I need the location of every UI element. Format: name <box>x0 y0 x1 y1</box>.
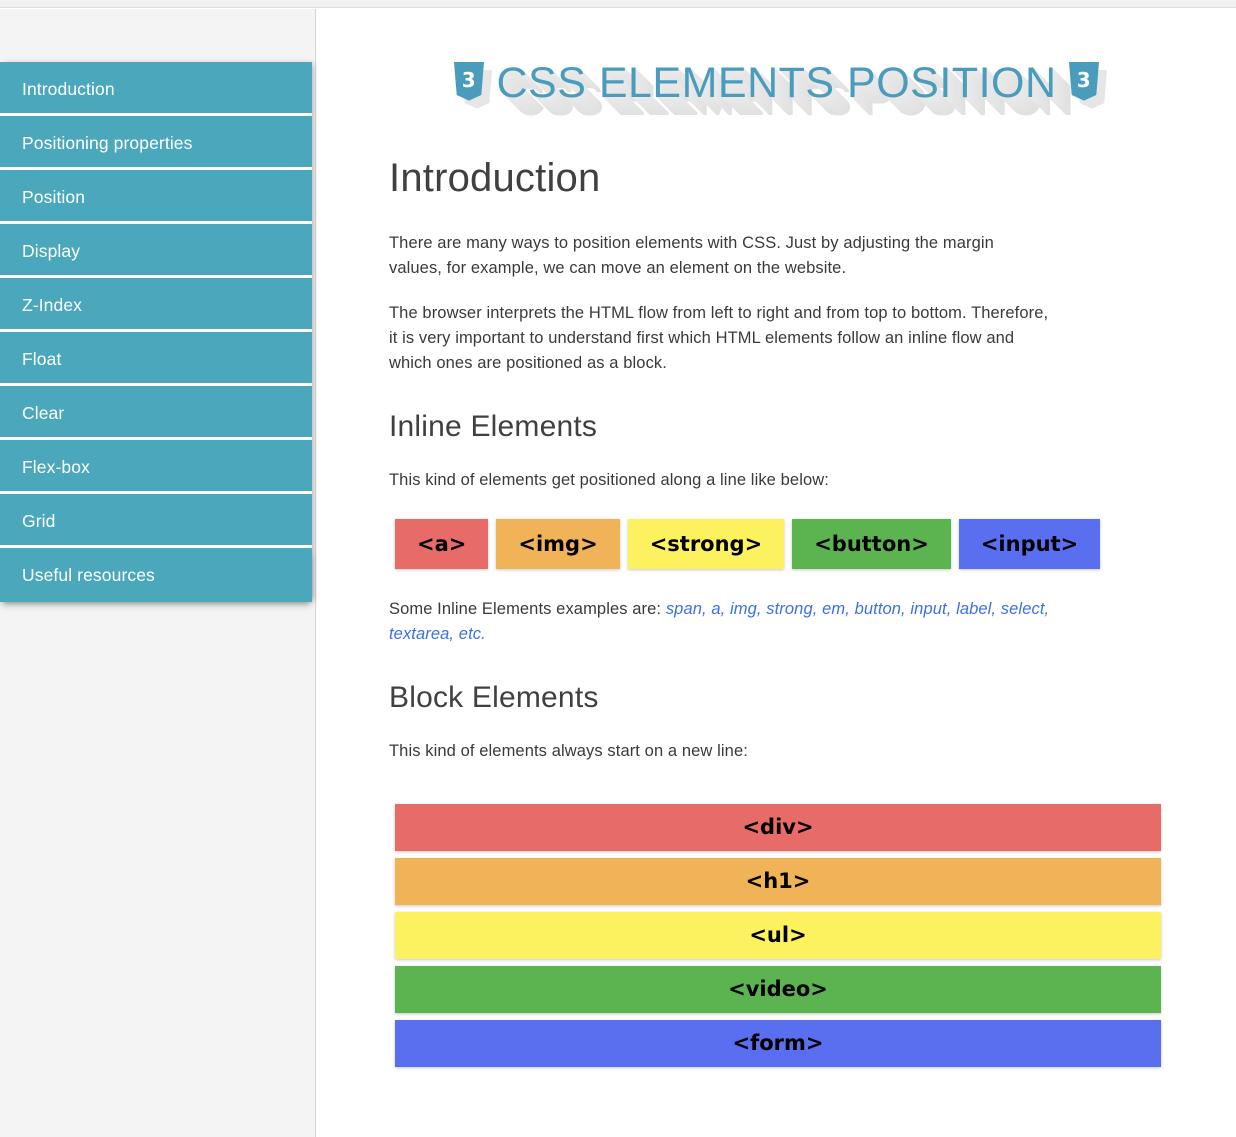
content-body: Introduction There are many ways to posi… <box>317 108 1161 1067</box>
sidebar-item-float[interactable]: Float <box>0 332 312 386</box>
sidebar-item-flex-box[interactable]: Flex-box <box>0 440 312 494</box>
inline-examples-paragraph: Some Inline Elements examples are: span,… <box>389 597 1051 647</box>
block-bar-h1: <h1> <box>395 858 1161 905</box>
intro-paragraph-2: The browser interprets the HTML flow fro… <box>389 304 1049 372</box>
top-browser-strip <box>0 0 1236 8</box>
heading-introduction: Introduction <box>389 156 601 200</box>
main-content: 3 CSS ELEMENTS POSITION 3 Introduction T… <box>317 9 1236 1137</box>
block-bar-video: <video> <box>395 966 1161 1013</box>
block-bar-form: <form> <box>395 1020 1161 1067</box>
intro-paragraph-1: There are many ways to position elements… <box>389 234 994 277</box>
css3-logo-icon: 3 <box>1067 62 1101 102</box>
sidebar: Introduction Positioning properties Posi… <box>0 9 316 1137</box>
sidebar-item-label: Position <box>22 187 86 207</box>
sidebar-item-label: Positioning properties <box>22 133 193 153</box>
sidebar-item-positioning-properties[interactable]: Positioning properties <box>0 116 312 170</box>
inline-box-input: <input> <box>958 519 1101 569</box>
sidebar-item-label: Introduction <box>22 79 115 99</box>
sidebar-item-grid[interactable]: Grid <box>0 494 312 548</box>
inline-box-a: <a> <box>395 519 489 569</box>
block-bar-div: <div> <box>395 804 1161 851</box>
inline-box-strong: <strong> <box>627 519 785 569</box>
sidebar-item-label: Clear <box>22 403 65 423</box>
svg-text:3: 3 <box>462 68 476 92</box>
svg-text:3: 3 <box>1076 68 1090 92</box>
inline-examples-prefix: Some Inline Elements examples are: <box>389 600 666 618</box>
sidebar-item-z-index[interactable]: Z-Index <box>0 278 312 332</box>
sidebar-nav-list: Introduction Positioning properties Posi… <box>0 62 312 602</box>
sidebar-item-label: Float <box>22 349 62 369</box>
block-bar-ul: <ul> <box>395 912 1161 959</box>
sidebar-item-clear[interactable]: Clear <box>0 386 312 440</box>
sidebar-item-label: Display <box>22 241 81 261</box>
inline-box-button: <button> <box>792 519 951 569</box>
inline-box-img: <img> <box>496 519 620 569</box>
sidebar-item-label: Flex-box <box>22 457 90 477</box>
heading-inline-elements: Inline Elements <box>389 410 598 443</box>
inline-elements-diagram: <a> <img> <strong> <button> <input> <box>395 519 1101 569</box>
block-elements-lead: This kind of elements always start on a … <box>389 742 748 760</box>
sidebar-item-introduction[interactable]: Introduction <box>0 62 312 116</box>
heading-block-elements: Block Elements <box>389 681 599 714</box>
sidebar-item-label: Grid <box>22 511 56 531</box>
page-title: 3 CSS ELEMENTS POSITION 3 <box>317 9 1236 108</box>
sidebar-item-label: Z-Index <box>22 295 83 315</box>
css3-logo-icon: 3 <box>452 62 486 102</box>
sidebar-item-display[interactable]: Display <box>0 224 312 278</box>
sidebar-item-position[interactable]: Position <box>0 170 312 224</box>
inline-elements-lead: This kind of elements get positioned alo… <box>389 471 829 489</box>
sidebar-item-label: Useful resources <box>22 565 155 585</box>
block-elements-diagram: <div> <h1> <ul> <video> <form> <box>395 804 1161 1067</box>
sidebar-item-useful-resources[interactable]: Useful resources <box>0 548 312 602</box>
page-title-text: CSS ELEMENTS POSITION <box>496 59 1057 107</box>
